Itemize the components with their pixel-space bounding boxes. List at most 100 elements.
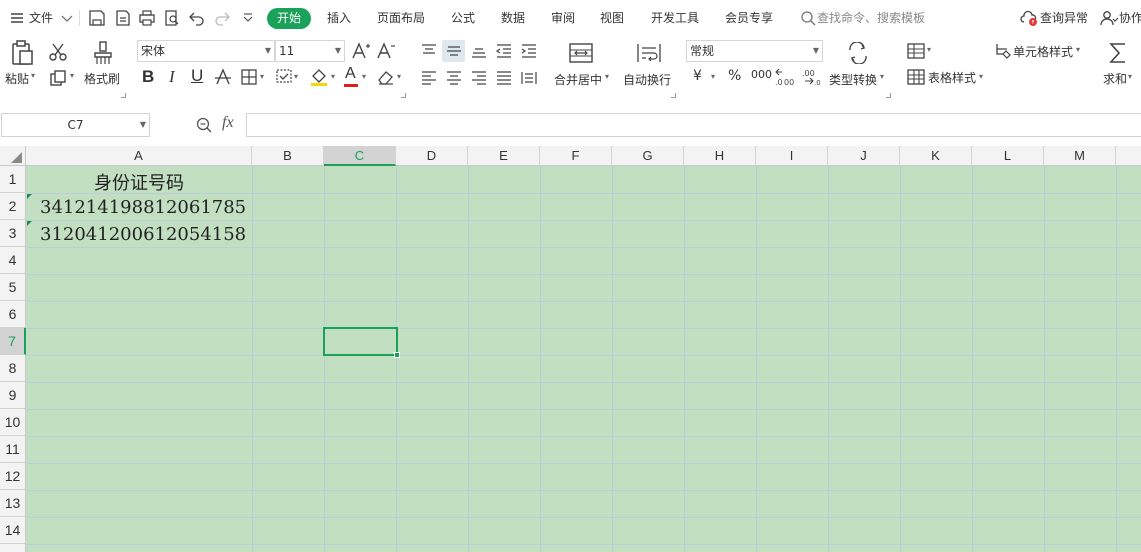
column-header-k[interactable]: K (900, 146, 972, 166)
conditional-format-icon[interactable] (906, 42, 926, 60)
wrap-text-button[interactable]: 自动换行 (623, 71, 671, 88)
table-style-button[interactable]: 表格样式 (928, 69, 976, 86)
format-painter-button[interactable]: 格式刷 (84, 70, 120, 87)
row-header-3[interactable]: 3 (0, 220, 26, 247)
font-color-dropdown-icon[interactable]: ▾ (362, 72, 366, 81)
align-top-icon[interactable] (420, 43, 438, 59)
decrease-indent-icon[interactable] (495, 43, 513, 59)
currency-dropdown-icon[interactable]: ▾ (711, 72, 715, 81)
print-icon[interactable] (137, 8, 157, 28)
merge-center-button[interactable]: 合并居中 (554, 71, 602, 88)
borders-icon[interactable] (240, 68, 258, 86)
cell-style-dropdown-icon[interactable]: ▾ (1076, 45, 1080, 54)
justify-icon[interactable] (495, 70, 513, 86)
font-launcher-icon[interactable] (401, 93, 406, 98)
tab-member[interactable]: 会员专享 (725, 0, 773, 36)
font-color-button[interactable]: A (345, 65, 356, 83)
tab-insert[interactable]: 插入 (327, 0, 351, 36)
cut-icon[interactable] (47, 41, 69, 63)
column-header-g[interactable]: G (612, 146, 684, 166)
fill-color-icon[interactable] (309, 67, 329, 87)
fill-color-dropdown-icon[interactable]: ▾ (331, 72, 335, 81)
tab-page-layout[interactable]: 页面布局 (377, 0, 425, 36)
search-icon[interactable] (798, 8, 818, 28)
bold-button[interactable]: B (142, 67, 154, 87)
table-style-dropdown-icon[interactable]: ▾ (979, 72, 983, 81)
decrease-decimal-icon[interactable]: .00.0 (801, 67, 821, 87)
error-indicator-icon[interactable] (27, 221, 32, 226)
sum-icon[interactable] (1107, 40, 1129, 66)
increase-decimal-icon[interactable]: .0 00 (774, 67, 794, 87)
selected-cell-c7[interactable] (323, 327, 398, 356)
column-header-j[interactable]: J (828, 146, 900, 166)
clear-format-icon[interactable] (376, 68, 396, 86)
strikethrough-icon[interactable] (214, 68, 232, 86)
customize-toolbar-icon[interactable] (238, 8, 258, 28)
align-middle-icon[interactable] (445, 43, 463, 59)
cell-a1[interactable]: 身份证号码 (26, 169, 252, 195)
command-search-input[interactable]: 查找命令、搜索模板 (817, 0, 925, 36)
row-header-9[interactable]: 9 (0, 382, 26, 409)
type-convert-button[interactable]: 类型转换 (829, 71, 877, 88)
hamburger-menu-icon[interactable] (8, 8, 28, 28)
cell-a2[interactable]: 341214198812061785 (40, 197, 246, 218)
zoom-search-icon[interactable] (195, 116, 213, 134)
error-indicator-icon[interactable] (27, 194, 32, 199)
column-header-l[interactable]: L (972, 146, 1044, 166)
column-header-e[interactable]: E (468, 146, 540, 166)
cell-style-button[interactable]: 单元格样式 (1013, 43, 1073, 60)
row-header-13[interactable]: 13 (0, 490, 26, 517)
merge-dropdown-icon[interactable]: ▾ (605, 72, 609, 81)
tab-data[interactable]: 数据 (501, 0, 525, 36)
redo-icon[interactable] (212, 8, 232, 28)
type-convert-dropdown-icon[interactable]: ▾ (880, 72, 884, 81)
table-style-icon[interactable] (906, 68, 926, 86)
row-header-8[interactable]: 8 (0, 355, 26, 382)
type-convert-icon[interactable] (846, 42, 870, 64)
percent-button[interactable]: % (728, 68, 741, 84)
wrap-text-icon[interactable] (636, 42, 662, 64)
tab-home[interactable]: 开始 (267, 8, 311, 29)
font-size-select[interactable]: 11 ▼ (275, 40, 345, 62)
align-left-icon[interactable] (420, 70, 438, 86)
column-header-n[interactable] (1116, 146, 1141, 166)
borders-dropdown-icon[interactable]: ▾ (260, 72, 264, 81)
row-header-6[interactable]: 6 (0, 301, 26, 328)
clear-dropdown-icon[interactable]: ▾ (397, 72, 401, 81)
file-menu[interactable]: 文件 (29, 0, 53, 36)
column-header-f[interactable]: F (540, 146, 612, 166)
row-header-2[interactable]: 2 (0, 193, 26, 220)
currency-button[interactable]: ¥ (693, 68, 702, 84)
row-header-12[interactable]: 12 (0, 463, 26, 490)
decrease-font-icon[interactable] (376, 41, 396, 61)
increase-font-icon[interactable] (351, 41, 371, 61)
name-box[interactable]: C7 ▼ (1, 113, 150, 137)
distributed-align-icon[interactable] (520, 70, 538, 86)
row-header-10[interactable]: 10 (0, 409, 26, 436)
collab-button[interactable]: 协作 (1119, 0, 1141, 36)
sum-dropdown-icon[interactable]: ▾ (1128, 72, 1132, 81)
row-header-4[interactable]: 4 (0, 247, 26, 274)
special-format-dropdown-icon[interactable]: ▾ (294, 72, 298, 81)
formula-input[interactable] (246, 113, 1141, 137)
row-header-14[interactable]: 14 (0, 517, 26, 544)
align-center-icon[interactable] (445, 70, 463, 86)
print-preview-icon[interactable] (162, 8, 182, 28)
column-header-h[interactable]: H (684, 146, 756, 166)
underline-button[interactable]: U (191, 66, 203, 86)
paste-dropdown-icon[interactable]: ▾ (31, 71, 35, 80)
row-header-7[interactable]: 7 (0, 328, 26, 355)
tab-developer[interactable]: 开发工具 (651, 0, 699, 36)
format-painter-icon[interactable] (91, 40, 115, 66)
cell-a3[interactable]: 312041200612054158 (40, 224, 246, 245)
row-header-5[interactable]: 5 (0, 274, 26, 301)
copy-dropdown-icon[interactable]: ▾ (70, 71, 74, 80)
insert-function-button[interactable]: fx (222, 114, 234, 132)
column-header-b[interactable]: B (252, 146, 324, 166)
number-launcher-icon[interactable] (886, 93, 891, 98)
row-header-11[interactable]: 11 (0, 436, 26, 463)
cell-style-icon[interactable] (993, 42, 1013, 60)
paste-button[interactable]: 粘贴 (5, 70, 29, 87)
paste-icon[interactable] (8, 39, 36, 67)
merge-center-icon[interactable] (568, 42, 594, 64)
